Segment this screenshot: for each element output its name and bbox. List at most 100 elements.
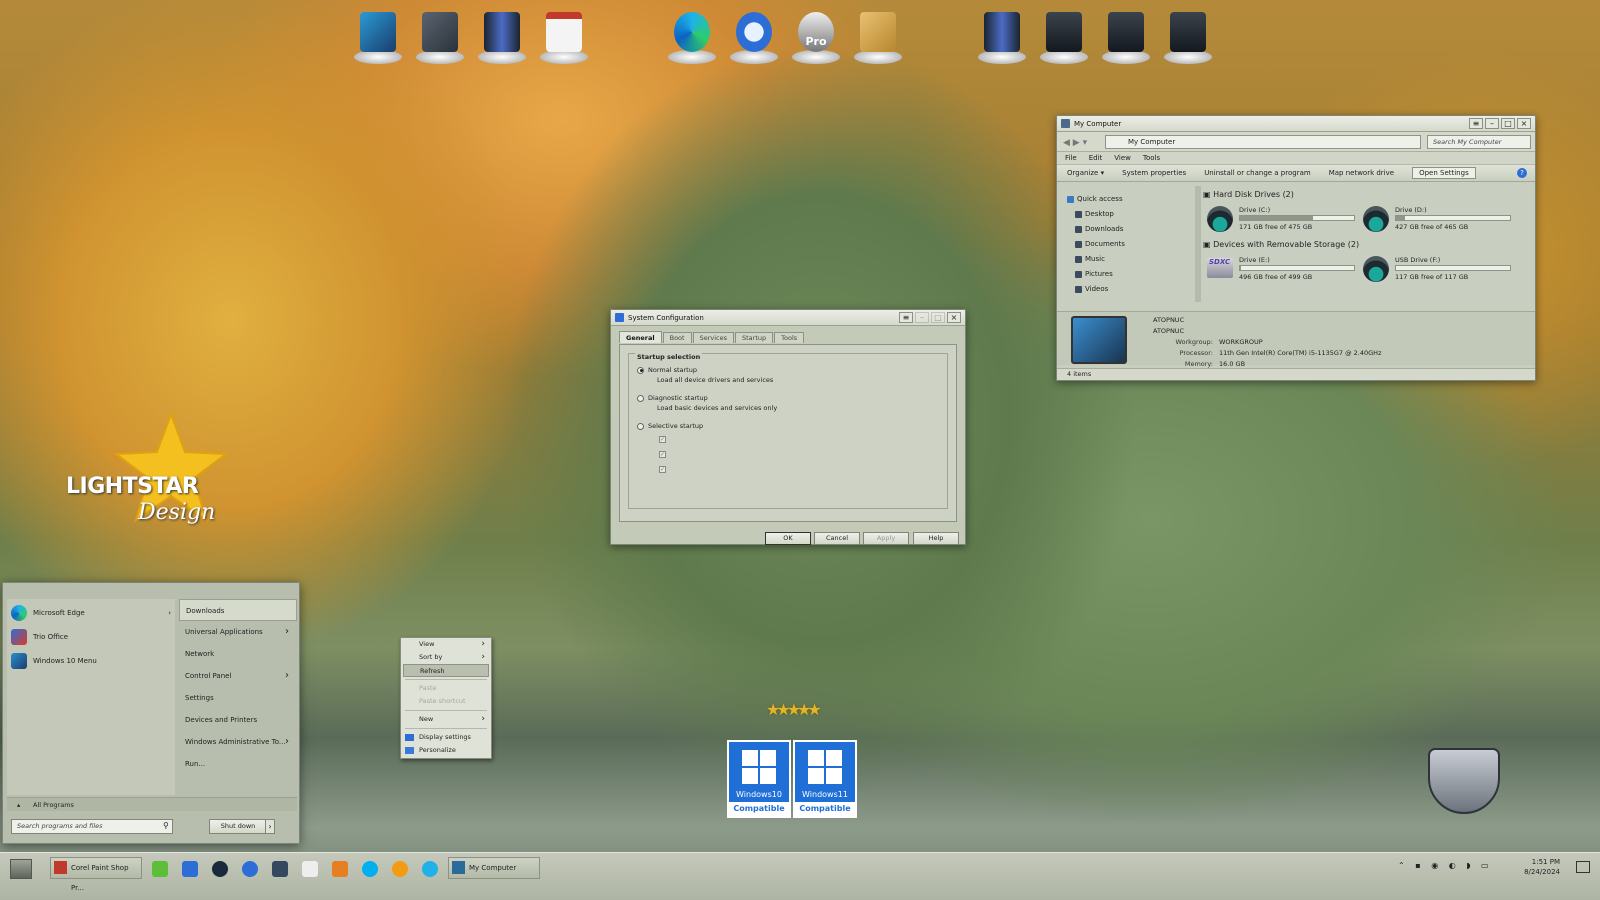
program-win10-menu[interactable]: Windows 10 Menu: [11, 651, 175, 671]
tab-services[interactable]: Services: [692, 332, 734, 343]
removable-section-header[interactable]: ▣ Devices with Removable Storage (2): [1203, 240, 1359, 249]
program-edge[interactable]: Microsoft Edge ›: [11, 603, 175, 623]
diagnostic-startup-radio[interactable]: Diagnostic startup: [637, 394, 708, 402]
menu-button[interactable]: ≡: [899, 312, 913, 323]
nav-videos[interactable]: Videos: [1063, 282, 1197, 297]
tab-general[interactable]: General: [619, 331, 662, 343]
menu-file[interactable]: File: [1065, 152, 1077, 164]
drive-icon[interactable]: [1036, 8, 1092, 64]
address-bar[interactable]: My Computer: [1105, 134, 1421, 149]
msconfig-titlebar[interactable]: System Configuration ≡ – □ ×: [611, 310, 965, 326]
menu-button[interactable]: ≡: [1469, 118, 1483, 129]
weather-icon[interactable]: [392, 861, 408, 877]
place-universal-apps[interactable]: Universal Applications: [179, 621, 297, 643]
menu-edit[interactable]: Edit: [1089, 152, 1103, 164]
drive-d[interactable]: Drive (D:) 427 GB free of 465 GB: [1363, 204, 1513, 234]
ctx-personalize[interactable]: Personalize: [401, 744, 491, 757]
ctx-display-settings[interactable]: Display settings: [401, 731, 491, 744]
media-icon[interactable]: [332, 861, 348, 877]
menu-tools[interactable]: Tools: [1143, 152, 1160, 164]
checklist-icon[interactable]: [536, 8, 592, 64]
help-icon[interactable]: ?: [1517, 168, 1527, 178]
ctx-sort-by[interactable]: Sort by: [401, 651, 491, 664]
system-properties-button[interactable]: System properties: [1122, 169, 1186, 177]
ctx-view[interactable]: View: [401, 638, 491, 651]
maximize-button[interactable]: □: [1501, 118, 1515, 129]
nav-quick-access[interactable]: Quick access: [1063, 192, 1197, 207]
windows-logo-icon: [808, 750, 842, 784]
ok-button[interactable]: OK: [765, 532, 811, 545]
edge-icon[interactable]: [664, 8, 720, 64]
start-search-input[interactable]: Search programs and files: [11, 819, 173, 834]
taskbar-corel-paintshop[interactable]: Corel Paint Shop Pr...: [50, 857, 142, 892]
nav-downloads[interactable]: Downloads: [1063, 222, 1197, 237]
cloud-icon[interactable]: [152, 861, 168, 877]
menu-view[interactable]: View: [1114, 152, 1131, 164]
close-button[interactable]: ×: [947, 312, 961, 323]
system-tray-icons[interactable]: ⌃ ▪ ◉ ◐ ◗ ▭: [1398, 861, 1493, 870]
organize-button[interactable]: Organize ▾: [1067, 169, 1104, 177]
map-network-drive-button[interactable]: Map network drive: [1329, 169, 1394, 177]
tab-tools[interactable]: Tools: [774, 332, 805, 343]
place-network[interactable]: Network: [179, 643, 297, 665]
nav-documents[interactable]: Documents: [1063, 237, 1197, 252]
search-input[interactable]: Search My Computer: [1427, 134, 1531, 149]
clock[interactable]: 1:51 PM 8/24/2024: [1524, 857, 1560, 877]
close-button[interactable]: ×: [1517, 118, 1531, 129]
all-programs-button[interactable]: ▴ All Programs: [7, 797, 297, 811]
computer-icon[interactable]: [350, 8, 406, 64]
cancel-button[interactable]: Cancel: [814, 532, 860, 545]
folder-icon[interactable]: [182, 861, 198, 877]
nav-desktop[interactable]: Desktop: [1063, 207, 1197, 222]
open-settings-button[interactable]: Open Settings: [1412, 167, 1476, 179]
drive-e[interactable]: SDXC Drive (E:) 496 GB free of 499 GB: [1207, 254, 1357, 284]
tab-boot[interactable]: Boot: [662, 332, 692, 343]
start-button[interactable]: [10, 859, 32, 879]
server-icon[interactable]: [474, 8, 530, 64]
place-run[interactable]: Run...: [179, 753, 297, 775]
documents-icon[interactable]: [412, 8, 468, 64]
tab-startup[interactable]: Startup: [735, 332, 774, 343]
nav-scrollbar[interactable]: [1195, 186, 1201, 302]
drive-icon[interactable]: [1160, 8, 1216, 64]
shutdown-options-button[interactable]: ›: [265, 819, 275, 834]
browser-icon[interactable]: [212, 861, 228, 877]
place-control-panel[interactable]: Control Panel: [179, 665, 297, 687]
recycle-bin-icon[interactable]: [1428, 748, 1500, 814]
minimize-button[interactable]: –: [1485, 118, 1499, 129]
thunderbird-icon[interactable]: [242, 861, 258, 877]
uninstall-program-button[interactable]: Uninstall or change a program: [1204, 169, 1311, 177]
nav-music[interactable]: Music: [1063, 252, 1197, 267]
ctx-new[interactable]: New: [401, 713, 491, 726]
thunderbird-icon[interactable]: [726, 8, 782, 64]
normal-startup-radio[interactable]: Normal startup: [637, 366, 697, 374]
drive-icon[interactable]: [1098, 8, 1154, 64]
hdd-section-header[interactable]: ▣ Hard Disk Drives (2): [1203, 190, 1294, 199]
program-trio-office[interactable]: Trio Office: [11, 627, 175, 647]
shield-icon[interactable]: [302, 861, 318, 877]
shutdown-button[interactable]: Shut down: [209, 819, 267, 834]
place-devices-printers[interactable]: Devices and Printers: [179, 709, 297, 731]
help-button[interactable]: Help: [913, 532, 959, 545]
layers-icon[interactable]: [272, 861, 288, 877]
msconfig-icon: [615, 313, 624, 322]
edge-icon[interactable]: [422, 861, 438, 877]
skype-icon[interactable]: [362, 861, 378, 877]
ctx-refresh[interactable]: Refresh: [403, 664, 489, 677]
minimize-button: –: [915, 312, 929, 323]
drive-f[interactable]: USB Drive (F:) 117 GB free of 117 GB: [1363, 254, 1513, 284]
place-settings[interactable]: Settings: [179, 687, 297, 709]
search-icon[interactable]: ⚲: [163, 821, 169, 830]
explorer-titlebar[interactable]: My Computer ≡ – □ ×: [1057, 116, 1535, 132]
notifications-icon[interactable]: [1576, 861, 1590, 873]
place-downloads[interactable]: Downloads: [179, 599, 297, 621]
place-admin-tools[interactable]: Windows Administrative To...: [179, 731, 297, 753]
nav-pictures[interactable]: Pictures: [1063, 267, 1197, 282]
selective-startup-radio[interactable]: Selective startup: [637, 422, 703, 430]
pro-icon[interactable]: Pro: [788, 8, 844, 64]
server-icon[interactable]: [974, 8, 1030, 64]
contacts-icon[interactable]: [850, 8, 906, 64]
taskbar-my-computer[interactable]: My Computer: [448, 857, 540, 879]
back-forward-icon[interactable]: ◀ ▶ ▾: [1063, 138, 1087, 148]
drive-c[interactable]: Drive (C:) 171 GB free of 475 GB: [1207, 204, 1357, 234]
